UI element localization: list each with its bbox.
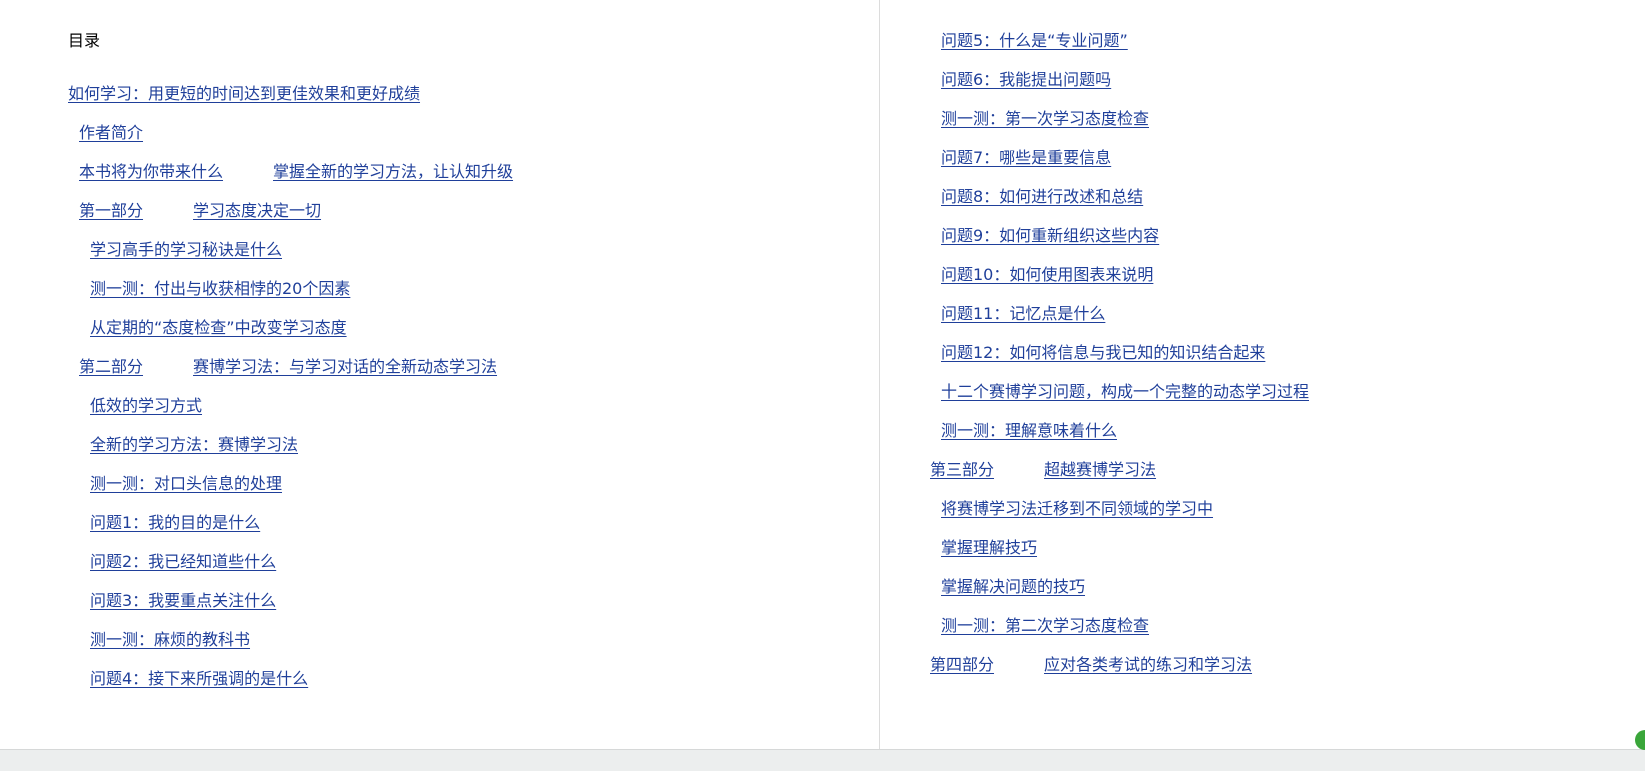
toc-link[interactable]: 学习高手的学习秘诀是什么 xyxy=(90,239,282,261)
toc-link[interactable]: 从定期的“态度检查”中改变学习态度 xyxy=(90,317,347,339)
toc-link[interactable]: 问题2：我已经知道些什么 xyxy=(90,551,276,573)
toc-link-part: 学习态度决定一切 xyxy=(193,201,322,220)
toc-link[interactable]: 问题6：我能提出问题吗 xyxy=(941,69,1111,91)
toc-link[interactable]: 问题9：如何重新组织这些内容 xyxy=(941,225,1159,247)
toc-link[interactable]: 第二部分 赛博学习法：与学习对话的全新动态学习法 xyxy=(79,356,497,378)
toc-link[interactable]: 作者简介 xyxy=(79,122,143,144)
toc-link-part: 第二部分 xyxy=(79,357,144,376)
toc-link[interactable]: 问题4：接下来所强调的是什么 xyxy=(90,668,308,690)
toc-link[interactable]: 测一测：付出与收获相悖的20个因素 xyxy=(90,278,350,300)
toc-link[interactable]: 掌握理解技巧 xyxy=(941,537,1037,559)
toc-link[interactable]: 问题10：如何使用图表来说明 xyxy=(941,264,1153,286)
toc-link[interactable]: 问题5：什么是“专业问题” xyxy=(941,30,1128,52)
toc-link[interactable]: 问题3：我要重点关注什么 xyxy=(90,590,276,612)
toc-link[interactable]: 将赛博学习法迁移到不同领域的学习中 xyxy=(941,498,1213,520)
toc-link[interactable]: 低效的学习方式 xyxy=(90,395,202,417)
toc-link[interactable]: 第四部分 应对各类考试的练习和学习法 xyxy=(930,654,1252,676)
toc-link[interactable]: 测一测：理解意味着什么 xyxy=(941,420,1117,442)
toc-link[interactable]: 第一部分 学习态度决定一切 xyxy=(79,200,321,222)
toc-link[interactable]: 掌握解决问题的技巧 xyxy=(941,576,1085,598)
toc-link-part: 赛博学习法：与学习对话的全新动态学习法 xyxy=(193,357,498,376)
toc-link-part: 超越赛博学习法 xyxy=(1044,460,1157,479)
toc-link[interactable]: 十二个赛博学习问题，构成一个完整的动态学习过程 xyxy=(941,381,1309,403)
toc-link[interactable]: 本书将为你带来什么 掌握全新的学习方法，让认知升级 xyxy=(79,161,513,183)
page-left: 目录 如何学习：用更短的时间达到更佳效果和更好成绩 作者简介 本书将为你带来什么… xyxy=(0,0,879,749)
toc-link[interactable]: 问题12：如何将信息与我已知的知识结合起来 xyxy=(941,342,1265,364)
toc-link-part: 第四部分 xyxy=(930,655,995,674)
toc-link-part: 应对各类考试的练习和学习法 xyxy=(1044,655,1253,674)
toc-link[interactable]: 如何学习：用更短的时间达到更佳效果和更好成绩 xyxy=(68,83,420,105)
toc-link-part: 本书将为你带来什么 xyxy=(79,162,224,181)
toc-link-part: 第三部分 xyxy=(930,460,995,479)
toc-link-part: 第一部分 xyxy=(79,201,144,220)
toc-link[interactable]: 问题1：我的目的是什么 xyxy=(90,512,260,534)
document-viewer: 目录 如何学习：用更短的时间达到更佳效果和更好成绩 作者简介 本书将为你带来什么… xyxy=(0,0,1645,771)
page-right: 问题5：什么是“专业问题” 问题6：我能提出问题吗 测一测：第一次学习态度检查 … xyxy=(880,0,1645,749)
toc-title: 目录 xyxy=(68,31,101,50)
toc-link[interactable]: 测一测：对口头信息的处理 xyxy=(90,473,282,495)
toc-link[interactable]: 第三部分 超越赛博学习法 xyxy=(930,459,1156,481)
toc-link[interactable]: 测一测：第一次学习态度检查 xyxy=(941,108,1149,130)
toc-link[interactable]: 问题8：如何进行改述和总结 xyxy=(941,186,1143,208)
status-bar xyxy=(0,749,1645,771)
toc-link-part: 掌握全新的学习方法，让认知升级 xyxy=(273,162,514,181)
toc-link[interactable]: 测一测：第二次学习态度检查 xyxy=(941,615,1149,637)
toc-link[interactable]: 测一测：麻烦的教科书 xyxy=(90,629,250,651)
toc-link[interactable]: 全新的学习方法：赛博学习法 xyxy=(90,434,298,456)
toc-link[interactable]: 问题7：哪些是重要信息 xyxy=(941,147,1111,169)
toc-link[interactable]: 问题11：记忆点是什么 xyxy=(941,303,1105,325)
